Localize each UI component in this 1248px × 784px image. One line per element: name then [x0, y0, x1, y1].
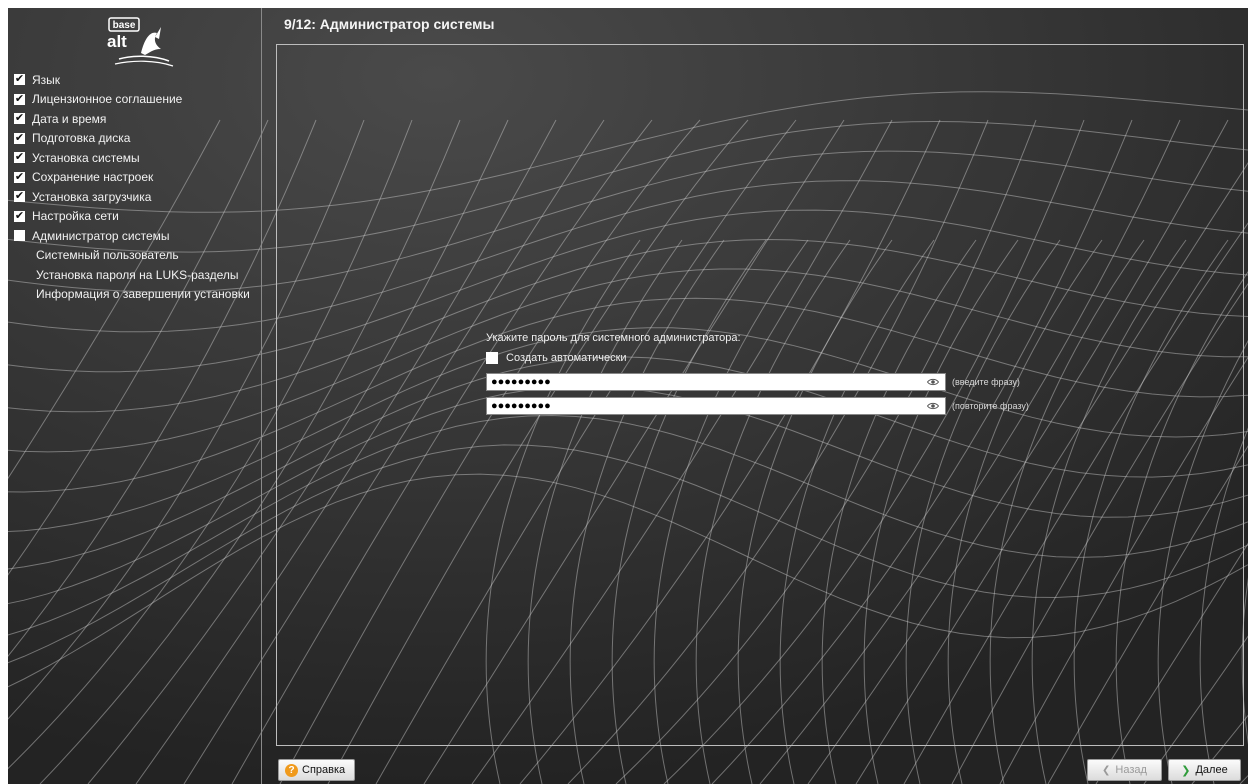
- step-check-icon: ✔: [14, 112, 25, 125]
- step-luks-password: Установка пароля на LUKS-разделы: [14, 265, 250, 285]
- sidebar-divider: [261, 8, 262, 784]
- step-label: Установка пароля на LUKS-разделы: [36, 267, 239, 282]
- step-finish-info: Информация о завершении установки: [14, 285, 250, 305]
- step-check-icon: ✔: [14, 170, 25, 183]
- step-system-user: Системный пользователь: [14, 246, 250, 266]
- step-disk-prep: ✔ Подготовка диска: [14, 129, 250, 149]
- window-frame-left: [0, 0, 8, 784]
- password-input[interactable]: ●●●●●●●●●: [486, 373, 946, 391]
- step-bootloader: ✔ Установка загрузчика: [14, 187, 250, 207]
- step-check-icon: ✔: [14, 131, 25, 144]
- step-label: Администратор системы: [32, 228, 170, 243]
- step-language: ✔ Язык: [14, 70, 250, 90]
- auto-generate-label[interactable]: Создать автоматически: [506, 352, 627, 364]
- step-check-icon: ✔: [14, 190, 25, 203]
- admin-password-form: Укажите пароль для системного администра…: [486, 332, 1029, 421]
- step-label: Дата и время: [32, 111, 107, 126]
- step-check-icon: ✔: [14, 92, 25, 105]
- window-frame-top: [0, 0, 1248, 8]
- step-check-icon: ✔: [14, 73, 25, 86]
- basealt-logo: base alt: [107, 17, 174, 67]
- svg-text:alt: alt: [107, 32, 127, 51]
- help-button[interactable]: ? Справка: [278, 759, 355, 781]
- svg-text:base: base: [113, 20, 136, 31]
- step-date-time: ✔ Дата и время: [14, 109, 250, 129]
- confirm-password-input[interactable]: ●●●●●●●●●: [486, 397, 946, 415]
- confirm-password-value: ●●●●●●●●●: [491, 400, 551, 412]
- step-check-icon: ✔: [14, 151, 25, 164]
- next-button[interactable]: ❯ Далее: [1168, 759, 1241, 781]
- help-icon: ?: [285, 763, 298, 777]
- confirm-hint: (повторите фразу): [952, 401, 1029, 411]
- page-title: 9/12: Администратор системы: [284, 16, 495, 32]
- next-label: Далее: [1195, 764, 1228, 776]
- step-system-install: ✔ Установка системы: [14, 148, 250, 168]
- step-label: Подготовка диска: [32, 131, 131, 146]
- step-label: Информация о завершении установки: [36, 287, 250, 302]
- back-button[interactable]: ❮ Назад: [1087, 759, 1162, 781]
- next-arrow-icon: ❯: [1181, 764, 1191, 777]
- password-hint: (введите фразу): [952, 377, 1020, 387]
- show-confirm-eye-icon[interactable]: [927, 402, 939, 410]
- confirm-row: ●●●●●●●●● (повторите фразу): [486, 397, 1029, 415]
- auto-generate-row[interactable]: Создать автоматически: [486, 352, 1029, 364]
- step-check-icon: ✔: [14, 209, 25, 222]
- installer-steps-list: ✔ Язык ✔ Лицензионное соглашение ✔ Дата …: [14, 70, 250, 304]
- step-label: Язык: [32, 72, 61, 87]
- step-admin: Администратор системы: [14, 226, 250, 246]
- help-label: Справка: [302, 764, 346, 776]
- auto-generate-checkbox[interactable]: [486, 352, 498, 364]
- step-save-settings: ✔ Сохранение настроек: [14, 168, 250, 188]
- sidebar: base alt ✔ Язык ✔ Лицензионное соглашени…: [8, 8, 261, 784]
- step-label: Лицензионное соглашение: [32, 92, 183, 107]
- password-row: ●●●●●●●●● (введите фразу): [486, 373, 1029, 391]
- step-empty-box-icon: [14, 230, 25, 242]
- back-label: Назад: [1115, 764, 1147, 776]
- password-value: ●●●●●●●●●: [491, 376, 551, 388]
- step-label: Сохранение настроек: [32, 170, 154, 185]
- step-label: Установка системы: [32, 150, 140, 165]
- step-label: Настройка сети: [32, 209, 119, 224]
- password-prompt: Укажите пароль для системного администра…: [486, 332, 741, 344]
- step-label: Системный пользователь: [36, 248, 179, 263]
- show-password-eye-icon[interactable]: [927, 378, 939, 386]
- step-label: Установка загрузчика: [32, 189, 152, 204]
- step-license: ✔ Лицензионное соглашение: [14, 90, 250, 110]
- step-network: ✔ Настройка сети: [14, 207, 250, 227]
- back-arrow-icon: ❮: [1102, 764, 1111, 776]
